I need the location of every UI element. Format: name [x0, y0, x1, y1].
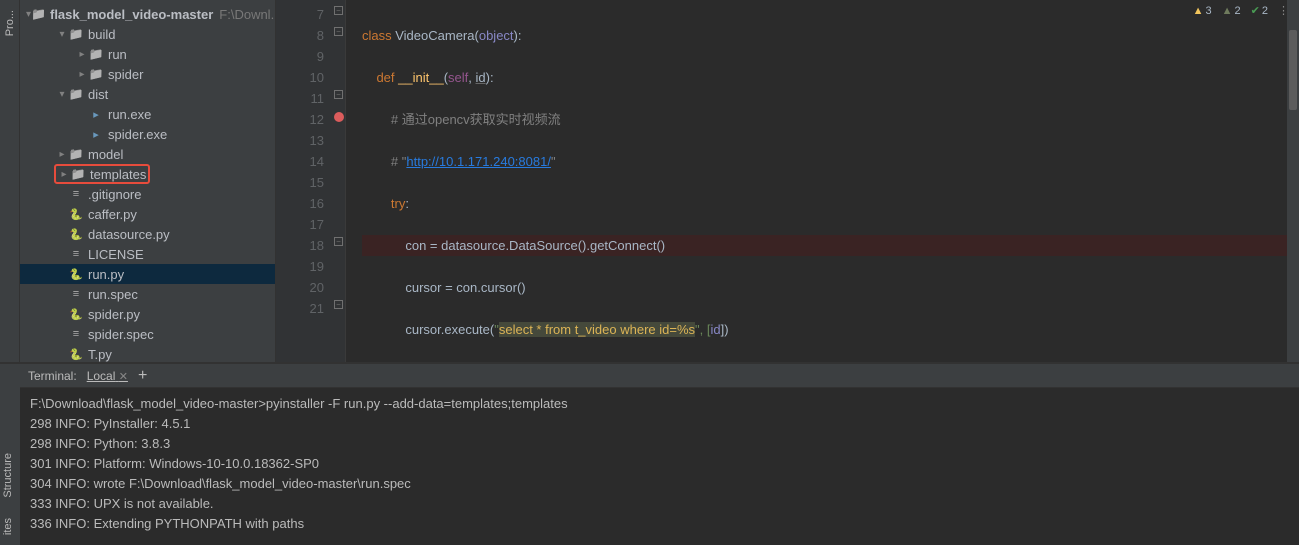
folder-icon: [70, 166, 86, 182]
project-tree: ▾ flask_model_video-master F:\Downl... ▾…: [20, 0, 276, 362]
terminal-tab-local[interactable]: Local ✕: [87, 369, 128, 383]
fold-gutter[interactable]: − − − − −: [332, 0, 346, 362]
fold-icon[interactable]: −: [334, 6, 343, 15]
project-tool-tab[interactable]: Pro...: [2, 0, 18, 46]
tree-folder-model[interactable]: ▸model: [20, 144, 275, 164]
python-icon: [68, 226, 84, 242]
exe-icon: [88, 106, 104, 122]
terminal-line: F:\Download\flask_model_video-master>pyi…: [30, 394, 1289, 414]
editor-scrollbar[interactable]: [1287, 0, 1299, 362]
weak-warning-icon: ▲: [1222, 5, 1233, 17]
folder-icon: [88, 46, 104, 62]
fold-icon[interactable]: −: [334, 90, 343, 99]
bottom-tool-strip: Structure ites: [0, 364, 20, 545]
structure-tool-tab[interactable]: Structure: [0, 443, 20, 508]
tree-file-spider-spec[interactable]: spider.spec: [20, 324, 275, 344]
tree-folder-build[interactable]: ▾build: [20, 24, 275, 44]
close-icon[interactable]: ✕: [119, 371, 128, 383]
tree-file-run-py[interactable]: run.py: [20, 264, 275, 284]
terminal-line: 336 INFO: Extending PYTHONPATH with path…: [30, 514, 1289, 534]
folder-icon: [31, 6, 46, 22]
tree-root[interactable]: ▾ flask_model_video-master F:\Downl...: [20, 4, 275, 24]
tree-folder-run[interactable]: ▸run: [20, 44, 275, 64]
terminal-line: 298 INFO: Python: 3.8.3: [30, 434, 1289, 454]
tree-file-run-exe[interactable]: run.exe: [20, 104, 275, 124]
code-area[interactable]: class VideoCamera(object): def __init__(…: [346, 0, 1299, 362]
chevron-down-icon[interactable]: ▾: [56, 29, 68, 40]
chevron-down-icon[interactable]: ▾: [56, 89, 68, 100]
python-icon: [68, 346, 84, 362]
tree-file-caffer[interactable]: caffer.py: [20, 204, 275, 224]
file-icon: [68, 326, 84, 342]
file-icon: [68, 286, 84, 302]
tree-folder-spider[interactable]: ▸spider: [20, 64, 275, 84]
tree-file-run-spec[interactable]: run.spec: [20, 284, 275, 304]
folder-icon: [68, 26, 84, 42]
add-terminal-button[interactable]: +: [138, 367, 147, 385]
tree-folder-templates[interactable]: ▸templates: [20, 164, 275, 184]
tree-file-spider-exe[interactable]: spider.exe: [20, 124, 275, 144]
chevron-right-icon[interactable]: ▸: [76, 49, 88, 60]
tree-folder-dist[interactable]: ▾dist: [20, 84, 275, 104]
code-editor[interactable]: ▲3 ▲2 ✔2 ⋮ 7 8 9 10 11 12 13 14 15 16 17…: [276, 0, 1299, 362]
folder-icon: [68, 86, 84, 102]
chevron-right-icon[interactable]: ▸: [58, 169, 70, 180]
fold-icon[interactable]: −: [334, 237, 343, 246]
tree-path: F:\Downl...: [219, 7, 276, 22]
folder-icon: [88, 66, 104, 82]
python-icon: [68, 206, 84, 222]
scrollbar-thumb[interactable]: [1289, 30, 1297, 110]
tree-label: flask_model_video-master: [50, 7, 213, 22]
chevron-right-icon[interactable]: ▸: [76, 69, 88, 80]
python-icon: [68, 306, 84, 322]
left-tool-strip: Pro...: [0, 0, 20, 362]
breakpoint-icon[interactable]: [334, 112, 344, 122]
exe-icon: [88, 126, 104, 142]
line-gutter[interactable]: 7 8 9 10 11 12 13 14 15 16 17 18 19 20 2…: [276, 0, 332, 362]
inspection-widget[interactable]: ▲3 ▲2 ✔2 ⋮: [1193, 4, 1289, 17]
terminal-line: 298 INFO: PyInstaller: 4.5.1: [30, 414, 1289, 434]
fold-icon[interactable]: −: [334, 27, 343, 36]
fold-icon[interactable]: −: [334, 300, 343, 309]
terminal-line: 304 INFO: wrote F:\Download\flask_model_…: [30, 474, 1289, 494]
folder-icon: [68, 146, 84, 162]
warning-icon: ▲: [1193, 5, 1204, 17]
tree-file-license[interactable]: LICENSE: [20, 244, 275, 264]
terminal-line: 333 INFO: UPX is not available.: [30, 494, 1289, 514]
file-icon: [68, 246, 84, 262]
tree-file-gitignore[interactable]: .gitignore: [20, 184, 275, 204]
terminal-title: Terminal:: [28, 369, 77, 383]
favorites-tool-tab[interactable]: ites: [0, 508, 20, 545]
tree-file-t-py[interactable]: T.py: [20, 344, 275, 362]
terminal-line: 301 INFO: Platform: Windows-10-10.0.1836…: [30, 454, 1289, 474]
python-icon: [68, 266, 84, 282]
check-icon: ✔: [1251, 4, 1260, 17]
tree-file-datasource[interactable]: datasource.py: [20, 224, 275, 244]
terminal-panel: Terminal: Local ✕ + F:\Download\flask_mo…: [20, 364, 1299, 545]
terminal-output[interactable]: F:\Download\flask_model_video-master>pyi…: [20, 388, 1299, 545]
chevron-right-icon[interactable]: ▸: [56, 149, 68, 160]
file-icon: [68, 186, 84, 202]
tree-file-spider-py[interactable]: spider.py: [20, 304, 275, 324]
